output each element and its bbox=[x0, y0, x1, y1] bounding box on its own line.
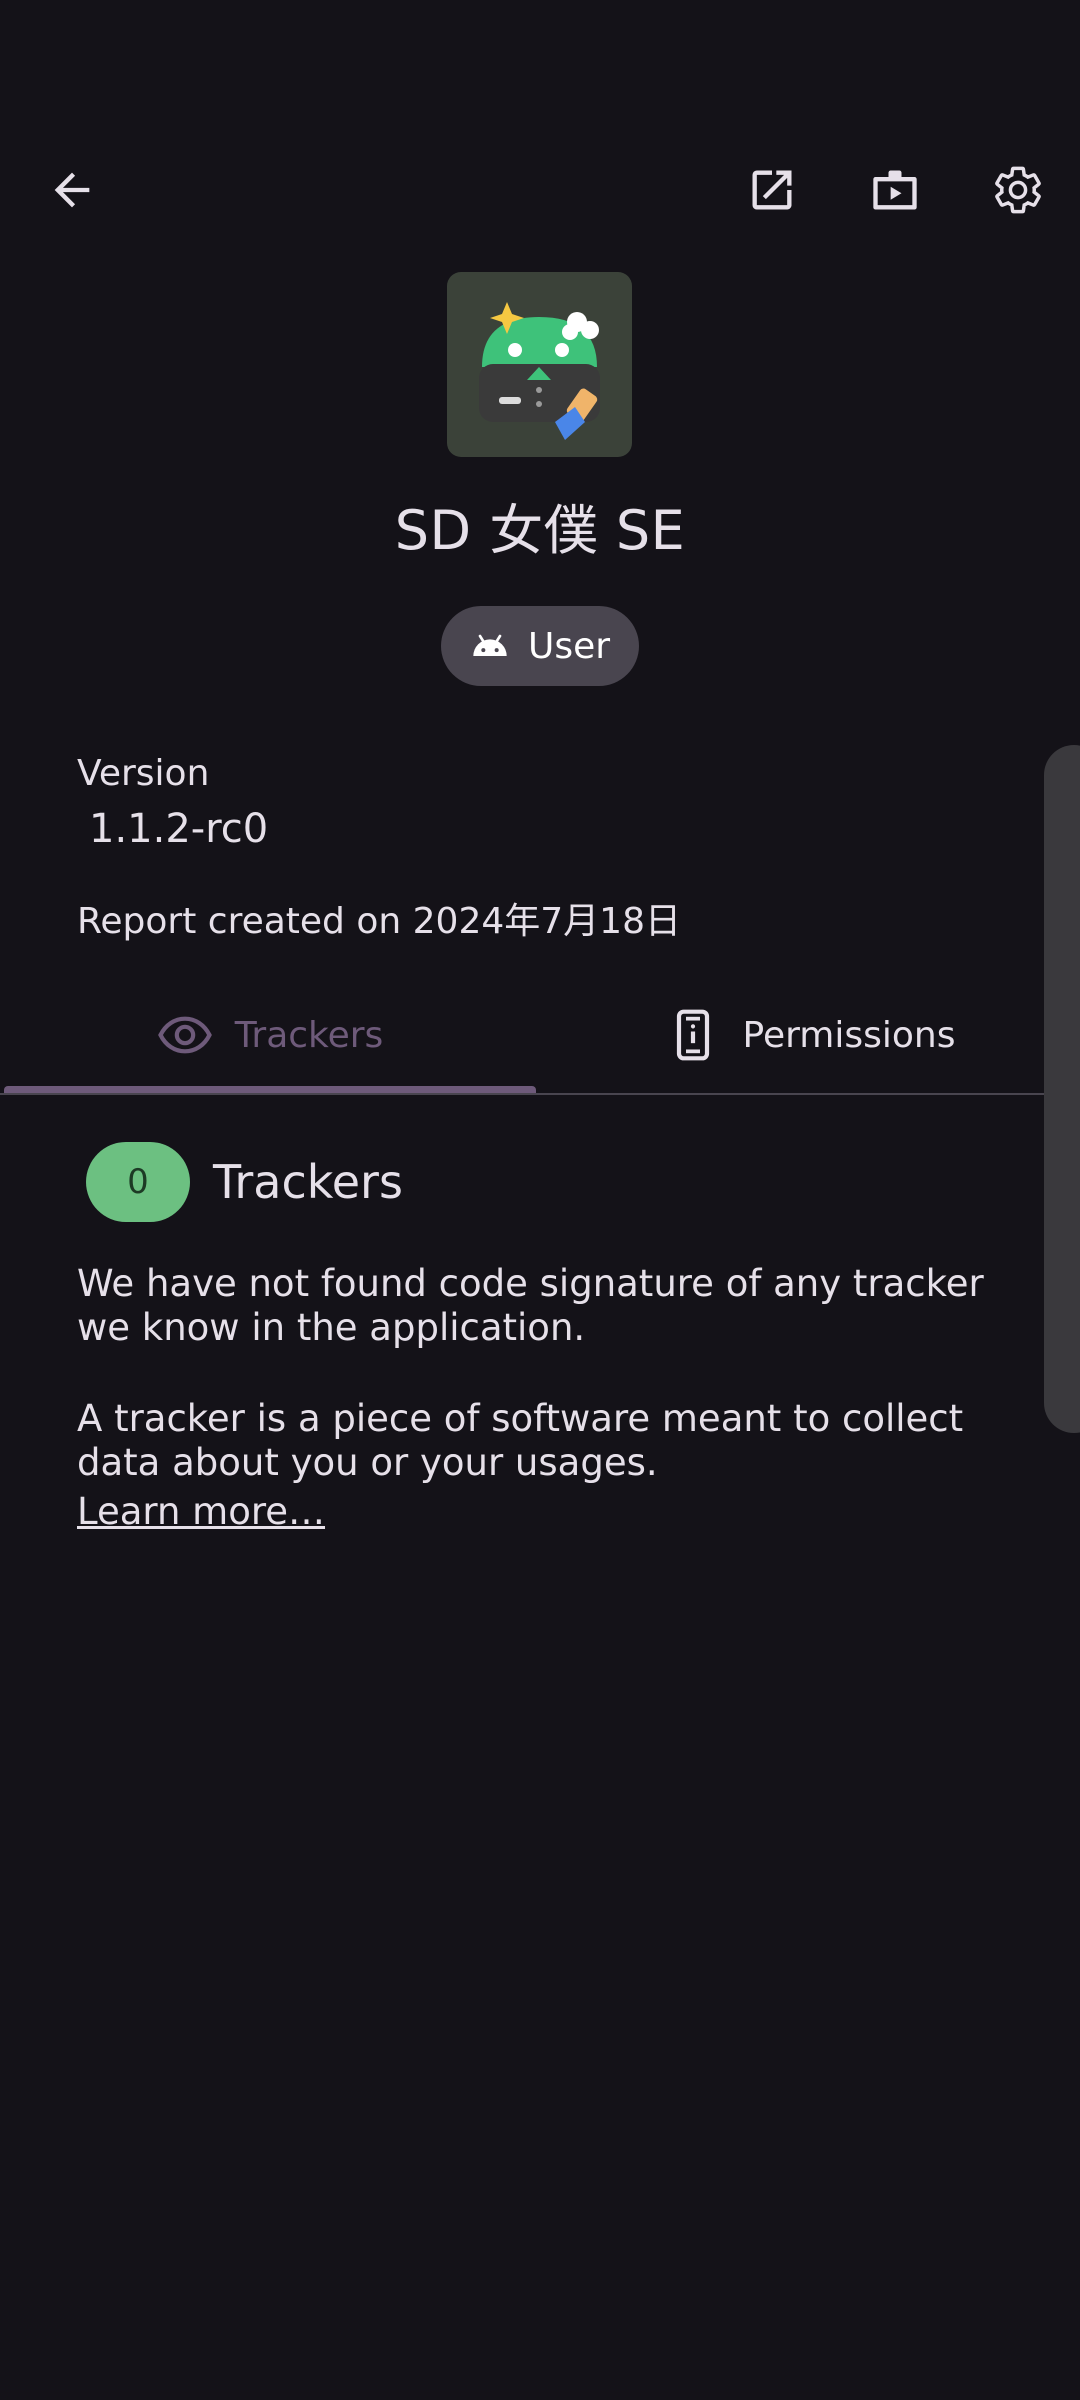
tab-trackers[interactable]: Trackers bbox=[0, 990, 540, 1080]
settings-button[interactable] bbox=[970, 142, 1066, 238]
phone-info-icon bbox=[676, 1009, 709, 1061]
user-type-chip: User bbox=[441, 606, 639, 686]
tab-permissions-label: Permissions bbox=[742, 1014, 956, 1056]
open-external-icon bbox=[752, 170, 792, 210]
android-icon bbox=[473, 634, 507, 656]
tracker-definition: A tracker is a piece of software meant t… bbox=[77, 1397, 964, 1484]
version-value: 1.1.2-rc0 bbox=[89, 806, 269, 852]
version-label: Version bbox=[77, 753, 210, 794]
no-trackers-message: We have not found code signature of any … bbox=[77, 1262, 984, 1349]
tracker-count-badge: 0 bbox=[86, 1142, 190, 1222]
tab-divider bbox=[0, 1093, 1080, 1095]
open-external-button[interactable] bbox=[724, 142, 820, 238]
tab-trackers-label: Trackers bbox=[234, 1014, 384, 1056]
learn-more-link[interactable]: Learn more… bbox=[77, 1490, 325, 1533]
back-button[interactable] bbox=[24, 142, 120, 238]
user-chip-label: User bbox=[527, 625, 611, 667]
sd-maid-app-icon bbox=[479, 302, 600, 440]
app-icon bbox=[447, 272, 632, 457]
arrow-left-icon bbox=[54, 172, 90, 208]
scrollbar-handle[interactable] bbox=[1044, 745, 1080, 1433]
store-launch-icon bbox=[873, 170, 917, 210]
tab-indicator bbox=[4, 1086, 536, 1093]
store-button[interactable] bbox=[847, 142, 943, 238]
report-date: Report created on 2024年7月18日 bbox=[77, 901, 681, 942]
eye-icon bbox=[157, 1016, 212, 1054]
trackers-heading: Trackers bbox=[213, 1155, 403, 1209]
tab-permissions[interactable]: Permissions bbox=[540, 990, 1080, 1080]
app-name: SD 女僕 SE bbox=[394, 499, 686, 562]
settings-gear-icon bbox=[995, 166, 1041, 214]
